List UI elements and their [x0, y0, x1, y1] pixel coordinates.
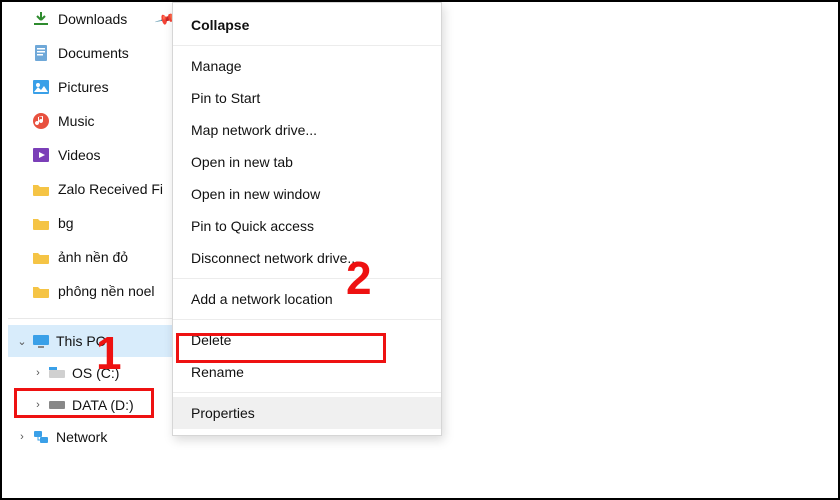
explorer-window: Downloads 📌 Documents Pictures Music Vid… — [0, 0, 840, 500]
tree-this-pc[interactable]: ⌄ This PC — [8, 325, 178, 357]
folder-icon — [30, 284, 52, 298]
chevron-down-icon: ⌄ — [14, 335, 30, 348]
nav-label: Videos — [58, 147, 101, 163]
cm-collapse[interactable]: Collapse — [173, 9, 441, 41]
drive-os-icon — [46, 367, 68, 379]
cm-rename[interactable]: Rename — [173, 356, 441, 388]
cm-open-tab[interactable]: Open in new tab — [173, 146, 441, 178]
nav-pictures[interactable]: Pictures — [8, 70, 178, 104]
chevron-right-icon: › — [30, 399, 46, 411]
nav-label: Music — [58, 113, 95, 129]
this-pc-icon — [30, 334, 52, 348]
nav-downloads[interactable]: Downloads 📌 — [8, 2, 178, 36]
cm-pin-quick[interactable]: Pin to Quick access — [173, 210, 441, 242]
cm-map-drive[interactable]: Map network drive... — [173, 114, 441, 146]
folder-icon — [30, 216, 52, 230]
nav-anh-nen-do[interactable]: ảnh nền đỏ — [8, 240, 178, 274]
nav-documents[interactable]: Documents — [8, 36, 178, 70]
folder-icon — [30, 182, 52, 196]
cm-delete[interactable]: Delete — [173, 324, 441, 356]
cm-add-network-location[interactable]: Add a network location — [173, 283, 441, 315]
context-menu: Collapse Manage Pin to Start Map network… — [172, 2, 442, 436]
tree-label: OS (C:) — [72, 365, 119, 381]
nav-label: Zalo Received Fi — [58, 181, 163, 197]
tree-label: DATA (D:) — [72, 397, 134, 413]
cm-separator — [173, 392, 441, 393]
cm-manage[interactable]: Manage — [173, 50, 441, 82]
cm-separator — [173, 278, 441, 279]
nav-phong-nen-noel[interactable]: phông nền noel — [8, 274, 178, 308]
chevron-right-icon: › — [14, 431, 30, 443]
tree-drive-data[interactable]: › DATA (D:) — [8, 389, 178, 421]
cm-disconnect-drive[interactable]: Disconnect network drive... — [173, 242, 441, 274]
nav-tree: Downloads 📌 Documents Pictures Music Vid… — [8, 2, 178, 498]
nav-bg[interactable]: bg — [8, 206, 178, 240]
document-icon — [30, 44, 52, 62]
nav-label: Documents — [58, 45, 129, 61]
pictures-icon — [30, 79, 52, 95]
folder-icon — [30, 250, 52, 264]
cm-separator — [173, 45, 441, 46]
cm-properties[interactable]: Properties — [173, 397, 441, 429]
tree-label: Network — [56, 429, 107, 445]
tree-label: This PC — [56, 333, 106, 349]
cm-open-window[interactable]: Open in new window — [173, 178, 441, 210]
nav-label: Pictures — [58, 79, 109, 95]
network-icon — [30, 430, 52, 444]
nav-label: bg — [58, 215, 74, 231]
drive-icon — [46, 400, 68, 410]
cm-separator — [173, 319, 441, 320]
chevron-right-icon: › — [30, 367, 46, 379]
cm-pin-start[interactable]: Pin to Start — [173, 82, 441, 114]
tree-section: ⌄ This PC › OS (C:) › DATA (D:) › Networ… — [8, 318, 178, 453]
videos-icon — [30, 147, 52, 163]
tree-network[interactable]: › Network — [8, 421, 178, 453]
nav-music[interactable]: Music — [8, 104, 178, 138]
nav-zalo[interactable]: Zalo Received Fi — [8, 172, 178, 206]
nav-videos[interactable]: Videos — [8, 138, 178, 172]
music-icon — [30, 112, 52, 130]
nav-label: phông nền noel — [58, 283, 155, 299]
nav-label: ảnh nền đỏ — [58, 249, 128, 265]
download-icon — [30, 10, 52, 28]
tree-drive-os[interactable]: › OS (C:) — [8, 357, 178, 389]
nav-label: Downloads — [58, 11, 127, 27]
